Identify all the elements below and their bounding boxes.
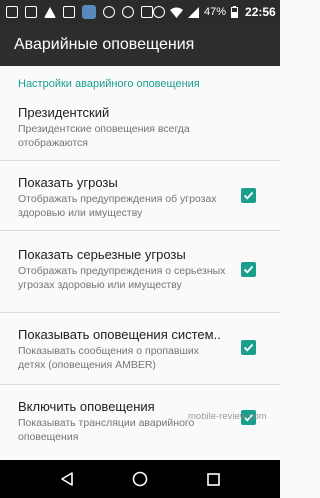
download-icon <box>141 6 153 18</box>
warning-icon <box>44 6 56 18</box>
home-button[interactable] <box>120 460 160 498</box>
pref-summary: Отображать предупреждения о серьезных уг… <box>18 265 226 291</box>
pref-amber-alerts[interactable]: Показывать оповещения систем.. Показыват… <box>0 326 280 372</box>
pref-presidential[interactable]: Президентский Президентские оповещения в… <box>0 104 280 150</box>
signal-icon <box>188 6 199 18</box>
vk-icon <box>82 5 96 19</box>
recents-button[interactable] <box>193 460 233 498</box>
battery-percent: 47% <box>204 6 227 18</box>
pref-summary: Отображать предупреждения об угрозах здо… <box>18 193 217 219</box>
compass-icon <box>122 6 134 18</box>
pref-show-severe-threats[interactable]: Показать серьезные угрозы Отображать пре… <box>0 246 280 292</box>
gallery-icon <box>6 6 18 18</box>
pref-summary: Показывать сообщения о пропавших детях (… <box>18 345 200 371</box>
sync-icon <box>103 6 115 18</box>
watermark: mobile-review.com <box>188 411 267 422</box>
notification-icons <box>6 5 153 19</box>
page-title: Аварийные оповещения <box>14 36 195 53</box>
checkbox-show-threats[interactable] <box>241 188 256 203</box>
navigation-bar <box>0 460 280 498</box>
check-icon <box>243 343 254 352</box>
recents-icon <box>207 472 220 486</box>
check-icon <box>243 265 254 274</box>
checkbox-show-severe-threats[interactable] <box>241 262 256 277</box>
home-icon <box>132 471 148 487</box>
battery-icon <box>231 6 239 18</box>
status-bar: 47% 22:56 <box>0 0 280 24</box>
pref-title: Показать угрозы <box>18 175 118 190</box>
divider <box>0 312 280 313</box>
pref-title: Показать серьезные угрозы <box>18 247 186 262</box>
divider <box>0 230 280 231</box>
clock: 22:56 <box>245 5 276 19</box>
check-icon <box>243 191 254 200</box>
back-icon <box>60 472 73 486</box>
preferences-list[interactable]: Настройки аварийного оповещения Президен… <box>0 66 280 460</box>
checkbox-amber-alerts[interactable] <box>241 340 256 355</box>
divider <box>0 384 280 385</box>
pref-show-threats[interactable]: Показать угрозы Отображать предупреждени… <box>0 174 280 220</box>
section-header: Настройки аварийного оповещения <box>18 78 200 90</box>
contacts-icon <box>63 6 75 18</box>
pref-title: Показывать оповещения систем.. <box>18 327 221 342</box>
back-button[interactable] <box>47 460 87 498</box>
wifi-icon <box>170 7 183 18</box>
app-bar: Аварийные оповещения <box>0 24 280 66</box>
pref-summary: Президентские оповещения всегда отобража… <box>18 123 190 149</box>
system-icons: 47% 22:56 <box>153 5 276 19</box>
pref-title: Президентский <box>18 105 110 120</box>
divider <box>0 160 280 161</box>
alarm-icon <box>153 6 165 18</box>
mail-icon <box>25 6 37 18</box>
